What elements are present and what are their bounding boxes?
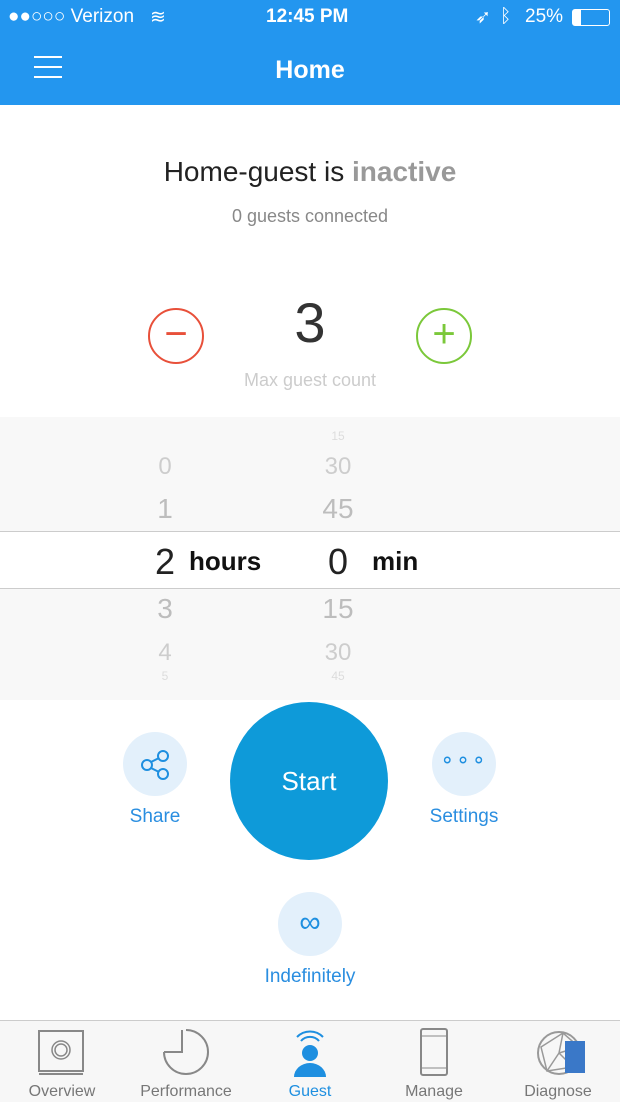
tab-label: Performance [140,1083,232,1100]
bluetooth-icon: ᛒ [500,6,512,27]
settings-label[interactable]: Settings [404,806,524,828]
battery-level: 25% [525,6,564,27]
settings-button[interactable]: ∘∘∘ [432,732,496,796]
picker-minutes-option[interactable]: 0 [308,541,368,583]
more-icon: ∘∘∘ [440,747,488,772]
tab-diagnose[interactable]: Diagnose [496,1021,620,1103]
picker-hours-option[interactable]: 4 [135,639,195,667]
tab-manage[interactable]: Manage [372,1021,496,1103]
share-button[interactable] [123,732,187,796]
picker-minutes-option[interactable]: 45 [308,493,368,525]
duration-picker[interactable]: 15 0 30 1 45 2 0 3 15 4 30 5 45 hours min [0,417,620,700]
start-button[interactable]: Start [230,702,388,860]
router-icon [38,1030,84,1075]
tab-overview[interactable]: Overview [0,1021,124,1103]
wifi-icon: ≋ [150,7,166,28]
picker-minutes-option[interactable]: 15 [308,593,368,625]
picker-minutes-option[interactable]: 15 [308,429,368,443]
tab-label: Guest [288,1083,332,1100]
share-label[interactable]: Share [95,806,215,828]
picker-minutes-option[interactable]: 30 [308,453,368,481]
tab-bar: Overview Performance Guest Manage Diagno… [0,1020,620,1102]
page-title: Home [275,56,345,84]
picker-hours-option[interactable]: 0 [135,453,195,481]
picker-hours-option[interactable]: 1 [135,493,195,525]
tab-label: Manage [405,1083,463,1100]
guests-connected: 0 guests connected [231,206,389,226]
guest-count-value: 3 [294,291,326,354]
share-icon [141,750,169,780]
hours-unit: hours [189,546,262,576]
increase-guest-button[interactable]: + [416,308,472,364]
tab-label: Overview [28,1083,96,1100]
battery-icon [572,9,610,26]
guest-count-label: Max guest count [243,370,377,390]
clock: 12:45 PM [266,6,349,27]
network-status: Home-guest is inactive [0,156,620,188]
guest-icon [294,1030,326,1077]
infinity-icon: ∞ [299,906,321,939]
tab-label: Diagnose [524,1083,592,1100]
phone-icon [420,1028,448,1076]
location-icon: ➶ [475,7,491,28]
picker-minutes-option[interactable]: 30 [308,639,368,667]
tab-performance[interactable]: Performance [124,1021,248,1103]
tab-guest[interactable]: Guest [248,1021,372,1103]
top-bar: ●●○○○ Verizon ≋ 12:45 PM ➶ ᛒ 25% Home [0,0,620,105]
indefinitely-label[interactable]: Indefinitely [250,966,370,988]
picker-hours-option[interactable]: 2 [135,541,195,583]
network-globe-icon [537,1031,585,1075]
minutes-unit: min [372,546,419,576]
network-name: Home-guest is [163,156,352,187]
carrier: ●●○○○ Verizon [8,6,135,27]
picker-hours-option[interactable]: 3 [135,593,195,625]
network-state: inactive [352,156,457,187]
picker-minutes-option[interactable]: 45 [308,669,368,683]
picker-hours-option[interactable]: 5 [135,669,195,683]
indefinitely-button[interactable]: ∞ [278,892,342,956]
pie-chart-icon [163,1029,209,1075]
